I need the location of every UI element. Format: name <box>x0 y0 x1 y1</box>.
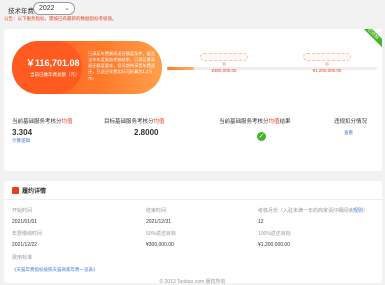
annual-fee-card: 已达标 ￥116,701.08 当前已缴年费总额（元） 已满足年费最高返还额度条… <box>4 29 382 171</box>
assessment-months: 考核月份（入驻未满一年的商家请仔细阅读规则） 12 <box>258 208 369 225</box>
metrics-row: 当前基础服务考核分均值 3.304 计算逻辑 目标基础服务考核分均值 2.800… <box>4 117 382 147</box>
document-icon <box>12 187 19 194</box>
metric-value: 2.8000 <box>134 128 159 137</box>
fee-standard-link[interactable]: 《天猫年费指标按照天猫商家年费一览表》 <box>12 267 98 273</box>
chevron-down-icon: ⌄ <box>64 5 70 12</box>
paid-amount-label: 当前已缴年费总额（元） <box>30 72 80 77</box>
notice-text: 公告：以下服务指标，需按已有最新的数据指标考核值。 <box>4 16 117 21</box>
metric-target-score: 目标基础服务考核分均值 2.8000 <box>104 117 214 137</box>
target-50: 50%返还目标 ¥300,000.00 <box>146 231 177 248</box>
metric-score-result: 当前基础服务考核分均值结果 ✓ <box>219 119 291 141</box>
metric-violations: 违规扣分情况 查看 <box>334 117 385 136</box>
fee-label: 技术年费 <box>8 8 34 15</box>
copyright: © 2013 Taobao.com 版权所有 <box>159 279 226 285</box>
status-ribbon: 已达标 <box>356 29 382 49</box>
rules-link[interactable]: 规则 <box>353 208 363 214</box>
milestone-50-value: ¥300,000.00 <box>211 68 237 73</box>
milestone-dot <box>325 62 329 66</box>
milestone-100-value: ¥1,200,000.00 <box>312 68 342 73</box>
year-select[interactable]: 2022 ⌄ <box>33 2 75 15</box>
rebate-description: 已满足年费最高返还额度条件，截至当年年度服务考核结束，已满足最高返还额度要求，您… <box>88 51 156 80</box>
progress-fill <box>167 67 195 70</box>
milestone-tip <box>303 53 351 61</box>
check-icon: ✓ <box>257 132 266 141</box>
milestone-50: ¥300,000.00 <box>194 53 254 73</box>
calc-logic-link[interactable]: 计算逻辑 <box>12 138 122 144</box>
paid-amount: ￥116,701.08 <box>26 58 80 68</box>
end-date: 结束时间 2021/12/31 <box>146 208 172 225</box>
milestone-100: ¥1,200,000.00 <box>297 53 357 73</box>
view-violations-link[interactable]: 查看 <box>334 130 385 136</box>
target-100: 100%返还目标 ¥1,200,000.00 <box>258 231 291 248</box>
milestone-tip <box>200 53 248 61</box>
start-date: 开始时间 2021/01/01 <box>12 208 38 225</box>
top-bar: 技术年费 2022 ⌄ 公告：以下服务指标，需按已有最新的数据指标考核值。 <box>0 0 385 22</box>
fee-standard: 费用标准 <box>12 255 33 261</box>
section-title: 履约详情 <box>12 186 46 195</box>
fee-summary-banner: ￥116,701.08 当前已缴年费总额（元） 已满足年费最高返还额度条件，截至… <box>12 41 162 94</box>
milestone-dot <box>222 62 226 66</box>
divider <box>4 199 382 200</box>
performance-card: 履约详情 开始时间 2021/01/01 结束时间 2021/12/31 考核月… <box>4 181 382 283</box>
year-select-value: 2022 <box>39 5 55 12</box>
fee-payment-date: 年费缴纳时间 2021/12/22 <box>12 231 43 248</box>
